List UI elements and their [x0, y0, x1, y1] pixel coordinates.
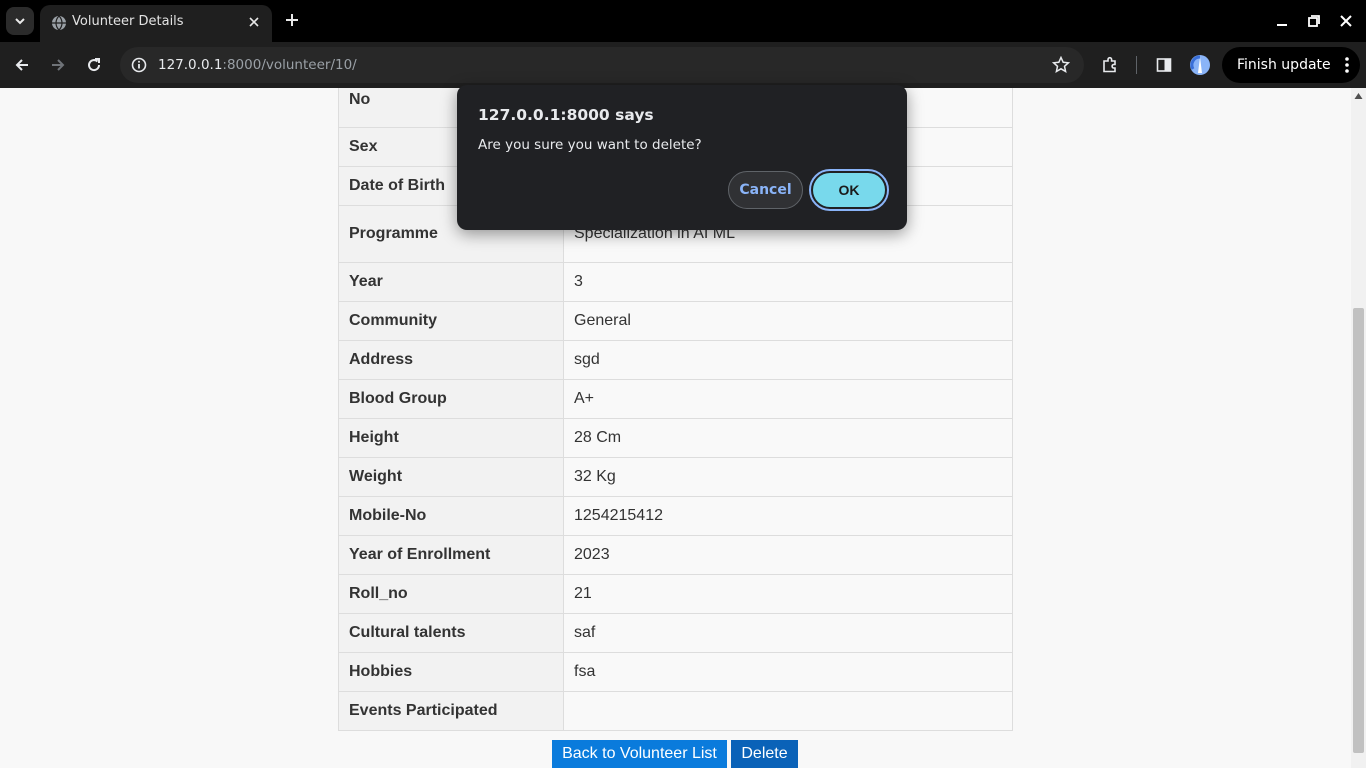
close-window-button[interactable] — [1334, 9, 1358, 33]
address-bar[interactable]: 127.0.0.1:8000/volunteer/10/ — [120, 47, 1084, 83]
details-row: Address sgd — [338, 340, 1013, 380]
details-value: 3 — [563, 262, 1013, 302]
details-row: Mobile-No 1254215412 — [338, 496, 1013, 536]
details-value: A+ — [563, 379, 1013, 419]
details-label: Hobbies — [338, 652, 564, 692]
finish-update-label: Finish update — [1237, 57, 1331, 73]
back-button[interactable] — [8, 51, 36, 79]
dialog-message: Are you sure you want to delete? — [478, 137, 702, 153]
tab-title: Volunteer Details — [72, 14, 184, 29]
details-value: saf — [563, 613, 1013, 653]
details-row: Roll_no 21 — [338, 574, 1013, 614]
details-row: Year 3 — [338, 262, 1013, 302]
details-label: Weight — [338, 457, 564, 497]
details-value: 2023 — [563, 535, 1013, 575]
site-info-button[interactable] — [128, 54, 150, 76]
reload-icon — [88, 58, 101, 72]
details-row: Height 28 Cm — [338, 418, 1013, 458]
details-row: Weight 32 Kg — [338, 457, 1013, 497]
browser-toolbar: 127.0.0.1:8000/volunteer/10/ Finish upda… — [0, 42, 1366, 88]
tab-volunteer-details[interactable]: Volunteer Details — [40, 5, 272, 42]
confirm-dialog: 127.0.0.1:8000 says Are you sure you wan… — [457, 85, 907, 230]
finish-update-button[interactable]: Finish update — [1222, 47, 1360, 83]
extensions-button[interactable] — [1096, 51, 1124, 79]
details-row: Cultural talents saf — [338, 613, 1013, 653]
details-label: Blood Group — [338, 379, 564, 419]
details-value: 21 — [563, 574, 1013, 614]
details-label: Year of Enrollment — [338, 535, 564, 575]
url-path: :8000/volunteer/10/ — [222, 57, 357, 73]
details-label: Cultural talents — [338, 613, 564, 653]
details-value: 28 Cm — [563, 418, 1013, 458]
details-value — [563, 691, 1013, 731]
restore-icon — [1308, 15, 1320, 27]
forward-button[interactable] — [44, 51, 72, 79]
details-row: Community General — [338, 301, 1013, 341]
arrow-left-icon — [15, 59, 28, 71]
details-row: Blood Group A+ — [338, 379, 1013, 419]
close-icon — [249, 17, 259, 27]
delete-button[interactable]: Delete — [731, 740, 798, 768]
more-vert-icon — [1345, 57, 1349, 73]
star-icon — [1052, 56, 1070, 74]
new-tab-button[interactable] — [280, 8, 304, 32]
plus-icon — [286, 14, 298, 26]
details-value: 1254215412 — [563, 496, 1013, 536]
details-value: 32 Kg — [563, 457, 1013, 497]
scrollbar[interactable] — [1351, 88, 1366, 768]
bookmark-button[interactable] — [1050, 54, 1072, 76]
details-label: Roll_no — [338, 574, 564, 614]
url-text: 127.0.0.1:8000/volunteer/10/ — [158, 57, 357, 73]
info-icon — [131, 57, 147, 73]
arrow-right-icon — [52, 59, 65, 71]
scroll-up-arrow-icon[interactable] — [1354, 92, 1363, 100]
dialog-ok-label: OK — [813, 173, 885, 207]
details-row: Year of Enrollment 2023 — [338, 535, 1013, 575]
details-label: Height — [338, 418, 564, 458]
details-label: Events Participated — [338, 691, 564, 731]
restore-button[interactable] — [1302, 9, 1326, 33]
puzzle-icon — [1103, 56, 1116, 73]
avatar-icon — [1190, 55, 1210, 75]
details-label: Community — [338, 301, 564, 341]
side-panel-button[interactable] — [1150, 51, 1178, 79]
details-label: Year — [338, 262, 564, 302]
dialog-cancel-button[interactable]: Cancel — [728, 171, 803, 209]
close-icon — [1340, 15, 1352, 27]
details-label: Mobile-No — [338, 496, 564, 536]
chevron-down-icon — [15, 18, 25, 25]
details-value: fsa — [563, 652, 1013, 692]
dialog-ok-button[interactable]: OK — [809, 169, 889, 211]
toolbar-separator — [1136, 56, 1137, 74]
minimize-icon — [1277, 24, 1287, 26]
tab-close-button[interactable] — [244, 12, 264, 32]
dialog-title: 127.0.0.1:8000 says — [478, 106, 654, 124]
side-panel-icon — [1156, 58, 1172, 72]
reload-button[interactable] — [80, 51, 108, 79]
details-row: Hobbies fsa — [338, 652, 1013, 692]
tab-strip: Volunteer Details — [0, 0, 1366, 42]
back-to-volunteer-list-button[interactable]: Back to Volunteer List — [552, 740, 727, 768]
tab-search-button[interactable] — [6, 7, 34, 35]
details-row: Events Participated — [338, 691, 1013, 731]
details-label: Address — [338, 340, 564, 380]
url-host: 127.0.0.1 — [158, 57, 223, 73]
details-value: General — [563, 301, 1013, 341]
minimize-button[interactable] — [1270, 9, 1294, 33]
globe-icon — [52, 15, 66, 31]
scrollbar-thumb[interactable] — [1353, 308, 1364, 753]
profile-button[interactable] — [1186, 51, 1214, 79]
details-value: sgd — [563, 340, 1013, 380]
